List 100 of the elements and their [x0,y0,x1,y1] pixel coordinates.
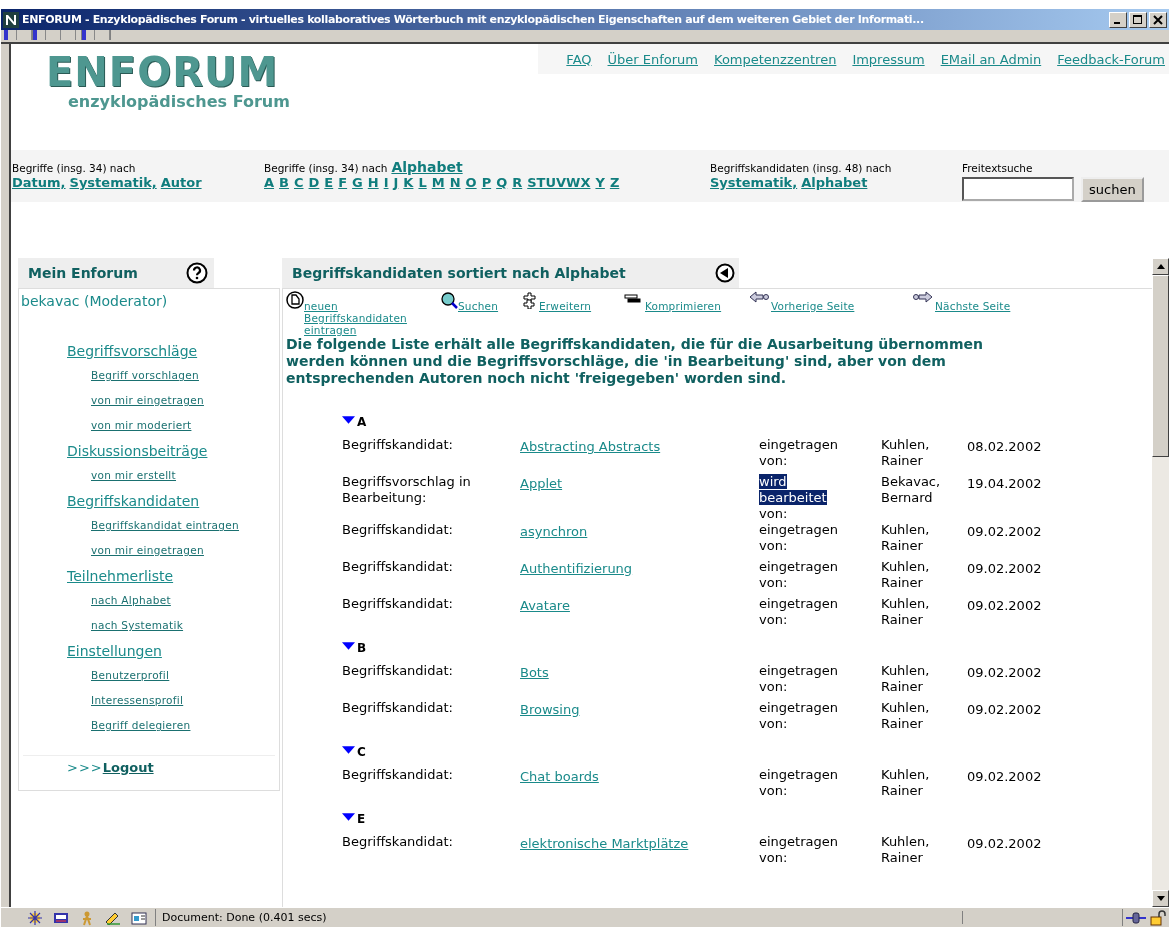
toolbar-grip[interactable] [33,30,82,40]
letter-link[interactable]: STUVWX [527,175,591,190]
letter-link[interactable]: J [393,175,399,190]
letter-link[interactable]: F [338,175,348,190]
letter-link[interactable]: A [264,175,275,190]
action-link[interactable]: Komprimieren [645,300,722,312]
action-link[interactable]: Suchen [458,300,499,312]
nav-link[interactable]: Kompetenzzentren [714,51,837,67]
maximize-icon [1132,13,1144,26]
sidebar-link[interactable]: Begriffskandidaten [67,491,200,516]
letter-link[interactable]: B [279,175,289,190]
term-link[interactable]: Bots [520,665,549,680]
entry-type: Begriffsvorschlag in Bearbeitung: [342,474,472,507]
entry-status: eingetragen von: [759,767,839,800]
entry-author: Kuhlen, Rainer [881,559,931,592]
minimize-button[interactable] [1109,11,1127,28]
sidebar-sublink[interactable]: von mir eingetragen [91,391,204,416]
sort-link[interactable]: Systematik, [710,175,798,190]
letter-link[interactable]: Z [609,175,620,190]
sort-link[interactable]: Systematik, [69,175,157,190]
maximize-button[interactable] [1129,11,1147,28]
sidebar-sublink[interactable]: nach Alphabet [91,591,171,616]
sidebar-link[interactable]: Diskussionsbeiträge [67,441,208,466]
sidebar-link[interactable]: Einstellungen [67,641,162,666]
letter-link[interactable]: M [431,175,445,190]
scroll-up-button[interactable] [1152,258,1169,275]
letter-link[interactable]: E [324,175,334,190]
sidebar-sublink[interactable]: Begriffskandidat eintragen [91,516,240,541]
nav-link[interactable]: Feedback-Forum [1057,51,1165,67]
letter-link[interactable]: N [449,175,461,190]
sort-link[interactable]: Autor [160,175,202,190]
entry-date: 09.02.2002 [967,523,1042,541]
expanded-triangle-icon[interactable] [342,416,355,424]
sidebar-sublink[interactable]: Begriff delegieren [91,716,191,741]
toolbar-grip[interactable] [4,30,33,40]
term-link[interactable]: elektronische Marktplätze [520,836,689,851]
sort-link[interactable]: Alphabet [391,159,463,175]
expanded-triangle-icon[interactable] [342,813,355,821]
plus-icon [521,291,539,309]
sort-link[interactable]: Datum, [12,175,66,190]
down-arrow-icon [1156,896,1165,901]
entry-status: eingetragen von: [759,596,839,629]
letter-link[interactable]: Q [496,175,508,190]
network-icon[interactable] [27,909,43,926]
letter-link[interactable]: I [383,175,389,190]
search-field[interactable] [962,177,1074,201]
letter-link[interactable]: K [403,175,414,190]
sidebar-sublink[interactable]: von mir erstellt [91,466,176,491]
card-icon[interactable] [131,909,147,926]
scroll-thumb[interactable] [1152,275,1169,457]
term-link[interactable]: Chat boards [520,769,599,784]
action-link[interactable]: neuen Begriffskandidaten eintragen [304,300,434,336]
sidebar-sublink[interactable]: Interessensprofil [91,691,184,716]
sidebar-link[interactable]: Teilnehmerliste [67,566,174,591]
sidebar-link[interactable]: Begriffsvorschläge [67,341,198,366]
entry-author: Bekavac, Bernard [881,474,942,507]
nav-link[interactable]: EMail an Admin [940,51,1042,67]
window-title: ENFORUM - Enzyklopädisches Forum - virtuelles kollaboratives Wörterbuch mit enzyklopädischen Eigenschaften auf dem weiteren Gebiet der Informati... [22,13,925,26]
logout-link[interactable]: Logout [102,760,154,775]
entry-type: Begriffskandidat: [342,522,454,539]
group-letter: C [357,745,366,759]
expanded-triangle-icon[interactable] [342,746,355,754]
letter-link[interactable]: D [308,175,320,190]
letter-link[interactable]: Y [595,175,605,190]
letter-link[interactable]: O [465,175,477,190]
letter-link[interactable]: L [418,175,427,190]
term-link[interactable]: Applet [520,476,563,491]
sort-link[interactable]: Alphabet [801,175,868,190]
letter-link[interactable]: C [294,175,304,190]
search-button[interactable]: suchen [1081,177,1144,202]
action-link[interactable]: Vorherige Seite [771,300,855,312]
expanded-triangle-icon[interactable] [342,642,355,650]
nav-link[interactable]: FAQ [566,51,592,67]
sidebar-sublink[interactable]: Benutzerprofil [91,666,170,691]
help-icon[interactable] [186,262,208,284]
sidebar-sublink[interactable]: von mir eingetragen [91,541,204,566]
toolbar-grip[interactable] [82,30,111,40]
nav-label: Begriffe (insg. 34) nach [264,161,388,175]
letter-link[interactable]: P [481,175,492,190]
back-icon[interactable] [715,263,735,283]
letter-link[interactable]: R [512,175,523,190]
term-link[interactable]: asynchron [520,524,588,539]
letter-link[interactable]: G [352,175,363,190]
action-link[interactable]: Nächste Seite [935,300,1011,312]
term-link[interactable]: Avatare [520,598,570,613]
close-button[interactable] [1149,11,1167,28]
term-link[interactable]: Authentifizierung [520,561,633,576]
nav-link[interactable]: Über Enforum [607,51,698,67]
action-link[interactable]: Erweitern [539,300,592,312]
term-link[interactable]: Abstracting Abstracts [520,439,661,454]
term-link[interactable]: Browsing [520,702,580,717]
scroll-down-button[interactable] [1152,890,1169,907]
letter-link[interactable]: H [367,175,379,190]
vertical-scrollbar[interactable] [1152,258,1169,907]
entry-type: Begriffskandidat: [342,559,454,576]
sidebar-sublink[interactable]: nach Systematik [91,616,184,641]
nav-link[interactable]: Impressum [852,51,925,67]
sidebar-sublink[interactable]: von mir moderiert [91,416,192,441]
sidebar-sublink[interactable]: Begriff vorschlagen [91,366,199,391]
lock-icon [1149,909,1167,926]
